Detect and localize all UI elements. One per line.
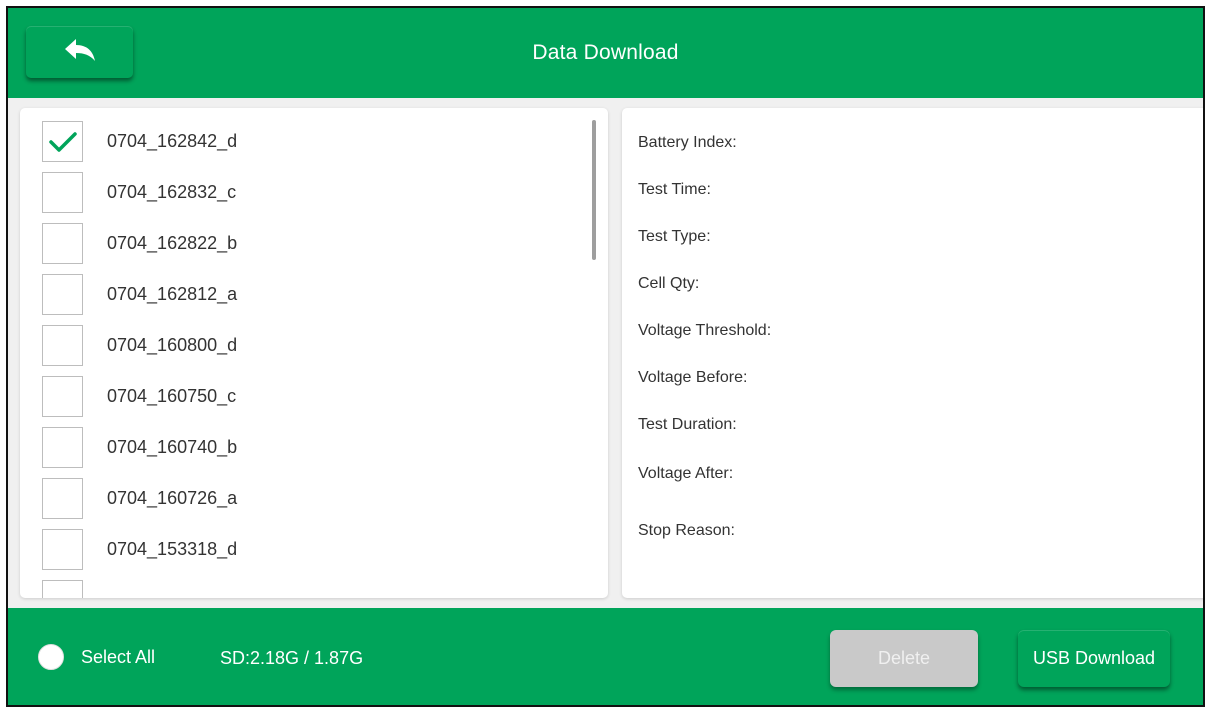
file-name: 0704_162842_d — [107, 131, 238, 151]
file-checkbox[interactable] — [42, 529, 83, 570]
select-all-toggle[interactable]: Select All — [38, 644, 155, 670]
usb-download-button[interactable]: USB Download — [1018, 630, 1170, 687]
battery-index-label: Battery Index: — [638, 134, 737, 151]
list-scrollbar[interactable] — [592, 120, 596, 260]
file-list-item[interactable]: 0704_160740_b — [20, 422, 608, 473]
file-name: 0704_162832_c — [107, 182, 237, 202]
select-all-label: Select All — [81, 646, 156, 667]
back-button[interactable] — [26, 26, 133, 78]
file-name: 0704_160750_c — [107, 386, 237, 406]
file-list-item[interactable]: 0704_162842_d — [20, 116, 608, 167]
file-checkbox[interactable] — [42, 478, 83, 519]
file-name: 0704_160726_a — [107, 488, 238, 508]
file-list: 0704_162842_d 0704_162832_c 0704_162822_b 0… — [20, 108, 608, 598]
select-all-radio[interactable] — [38, 644, 64, 670]
page-title: Data Download — [532, 41, 679, 64]
file-name: 0704_162812_a — [107, 284, 238, 304]
file-name: 0704_162822_b — [107, 233, 238, 253]
footer-bar: Select All SD:2.18G / 1.87G Delete USB D… — [8, 608, 1203, 705]
file-list-item[interactable]: 0704_162822_b — [20, 218, 608, 269]
file-checkbox[interactable] — [42, 376, 83, 417]
file-checkbox[interactable] — [42, 223, 83, 264]
file-checkbox[interactable] — [42, 121, 83, 162]
voltage-before-label: Voltage Before: — [638, 369, 748, 386]
test-duration-label: Test Duration: — [638, 416, 737, 433]
file-name: 0704_160800_d — [107, 335, 238, 355]
checkmark-icon — [48, 131, 77, 152]
file-name: 0704_153318_d — [107, 539, 238, 559]
voltage-after-label: Voltage After: — [638, 465, 734, 482]
header-bar: Data Download — [8, 8, 1203, 98]
delete-button[interactable]: Delete — [830, 630, 978, 687]
file-name: 0704_160740_b — [107, 437, 238, 457]
cell-qty-label: Cell Qty: — [638, 275, 700, 292]
file-list-item[interactable]: 0704_160726_a — [20, 473, 608, 524]
voltage-threshold-label: Voltage Threshold: — [638, 322, 772, 339]
test-time-label: Test Time: — [638, 181, 711, 198]
file-checkbox[interactable] — [42, 325, 83, 366]
file-list-item[interactable]: 0704_160800_d — [20, 320, 608, 371]
file-checkbox[interactable] — [42, 580, 83, 598]
file-list-item[interactable] — [20, 575, 608, 598]
file-list-item[interactable]: 0704_162832_c — [20, 167, 608, 218]
file-checkbox[interactable] — [42, 427, 83, 468]
app-window: Data Download 0704_162842_d 0704_162832_c… — [6, 6, 1205, 707]
file-checkbox[interactable] — [42, 172, 83, 213]
back-arrow-icon — [63, 37, 97, 68]
file-checkbox[interactable] — [42, 274, 83, 315]
stop-reason-label: Stop Reason: — [638, 522, 735, 539]
file-list-item[interactable]: 0704_153318_d — [20, 524, 608, 575]
details-panel: Battery Index: Test Time: Test Type: Cel… — [622, 108, 1203, 598]
storage-status: SD:2.18G / 1.87G — [220, 648, 364, 668]
file-list-item[interactable]: 0704_162812_a — [20, 269, 608, 320]
test-type-label: Test Type: — [638, 228, 711, 245]
file-list-panel: 0704_162842_d 0704_162832_c 0704_162822_b 0… — [20, 108, 608, 598]
file-list-item[interactable]: 0704_160750_c — [20, 371, 608, 422]
